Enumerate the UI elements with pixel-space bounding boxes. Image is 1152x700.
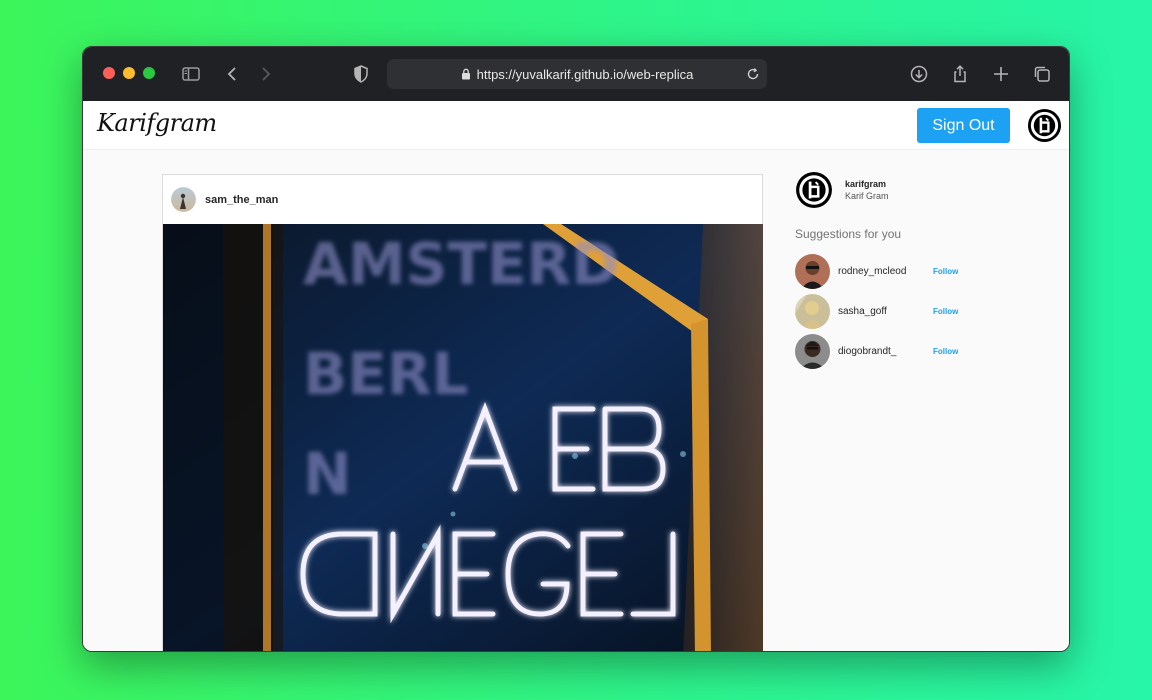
post-username[interactable]: sam_the_man — [205, 194, 278, 206]
svg-text:N: N — [303, 440, 352, 508]
suggestions-list: rodney_mcleod Follow sasha_goff Follow d… — [795, 254, 995, 369]
lock-icon — [461, 68, 471, 80]
minimize-window-button[interactable] — [123, 67, 135, 79]
svg-text:BERL: BERL — [303, 340, 468, 408]
reload-icon[interactable] — [745, 66, 761, 82]
suggestions-sidebar: karifgram Karif Gram Suggestions for you… — [795, 171, 995, 369]
suggestion-username[interactable]: diogobrandt_ — [838, 346, 933, 357]
post-image[interactable]: AMSTERD BERL N — [163, 224, 763, 651]
tab-overview-icon[interactable] — [1030, 62, 1054, 86]
address-bar[interactable]: https://yuvalkarif.github.io/web-replica — [387, 59, 767, 89]
suggestion-username[interactable]: rodney_mcleod — [838, 266, 933, 277]
suggestion-avatar[interactable] — [795, 334, 830, 369]
current-user-avatar[interactable] — [795, 171, 833, 209]
app-logo[interactable]: Karifgram — [97, 109, 217, 137]
sidebar-toggle-icon[interactable] — [179, 62, 203, 86]
follow-button[interactable]: Follow — [933, 307, 958, 316]
shield-icon[interactable] — [349, 62, 373, 86]
top-navbar: Karifgram Sign Out — [83, 101, 1069, 150]
back-icon[interactable] — [221, 62, 245, 86]
browser-toolbar: https://yuvalkarif.github.io/web-replica — [83, 47, 1069, 101]
suggestion-avatar[interactable] — [795, 294, 830, 329]
post-header: sam_the_man — [163, 175, 762, 224]
url-text: https://yuvalkarif.github.io/web-replica — [476, 66, 694, 82]
download-icon[interactable] — [907, 62, 931, 86]
neon-sign-photo: AMSTERD BERL N — [163, 224, 763, 651]
page-content: Karifgram Sign Out sam_the_man AMSTERD B… — [83, 101, 1069, 651]
svg-text:AMSTERD: AMSTERD — [303, 230, 619, 298]
follow-button[interactable]: Follow — [933, 267, 958, 276]
browser-window: https://yuvalkarif.github.io/web-replica… — [82, 46, 1070, 652]
suggestion-item: rodney_mcleod Follow — [795, 254, 995, 289]
share-icon[interactable] — [948, 62, 972, 86]
post-avatar[interactable] — [171, 187, 196, 212]
profile-avatar[interactable] — [1027, 108, 1062, 143]
suggestion-item: sasha_goff Follow — [795, 294, 995, 329]
new-tab-icon[interactable] — [989, 62, 1013, 86]
current-fullname: Karif Gram — [845, 191, 889, 201]
sign-out-button[interactable]: Sign Out — [917, 108, 1010, 143]
suggestions-title: Suggestions for you — [795, 227, 902, 241]
post-card: sam_the_man AMSTERD BERL N — [162, 174, 763, 651]
suggestion-item: diogobrandt_ Follow — [795, 334, 995, 369]
suggestion-username[interactable]: sasha_goff — [838, 306, 933, 317]
forward-icon[interactable] — [253, 62, 277, 86]
suggestion-avatar[interactable] — [795, 254, 830, 289]
current-user: karifgram Karif Gram — [795, 171, 995, 209]
current-username[interactable]: karifgram — [845, 179, 889, 189]
close-window-button[interactable] — [103, 67, 115, 79]
zoom-window-button[interactable] — [143, 67, 155, 79]
follow-button[interactable]: Follow — [933, 347, 958, 356]
